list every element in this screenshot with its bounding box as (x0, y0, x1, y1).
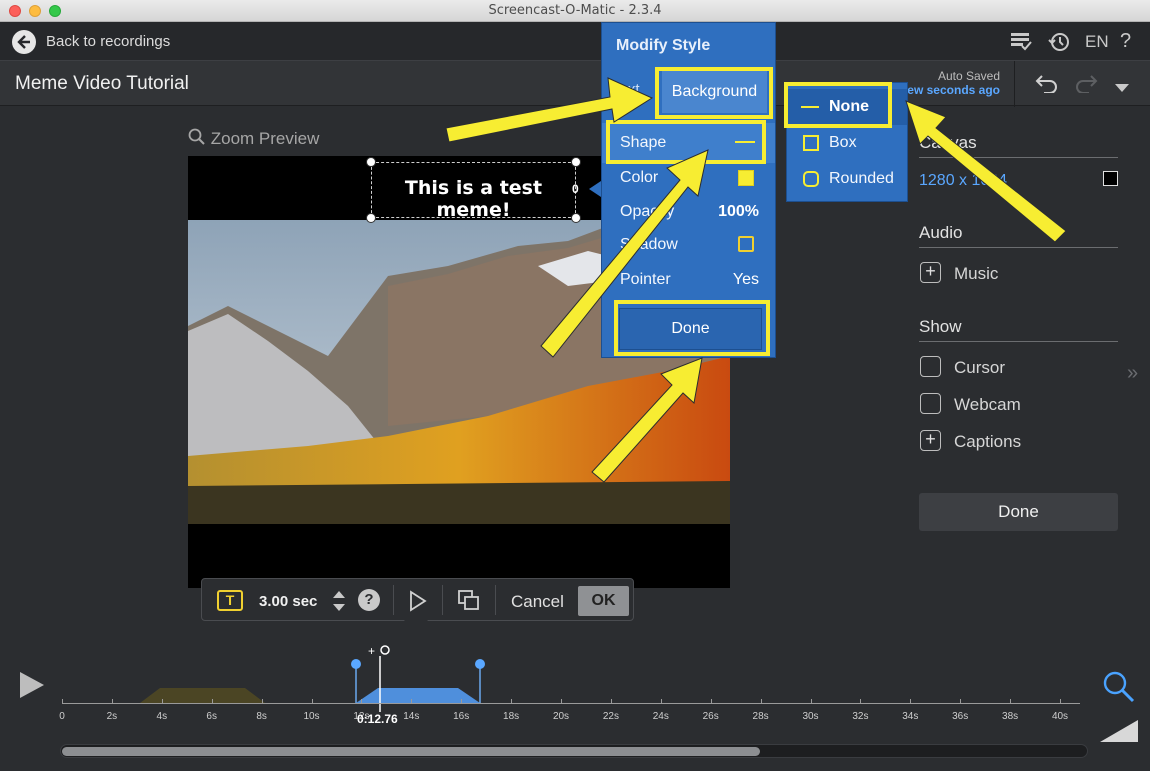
timeline-tick-mark (111, 699, 113, 704)
timeline-tick-label: 14s (403, 711, 420, 722)
timeline-tick-label: 18s (503, 711, 520, 722)
timeline-tick-label: 16s (453, 711, 470, 722)
arrow-to-none-option (905, 100, 1067, 243)
timeline-tick-mark (461, 699, 463, 704)
toolbar-pointer (404, 620, 428, 634)
duplicate-icon[interactable] (458, 590, 480, 615)
timeline-tick-label: 2s (106, 711, 118, 722)
timeline-tick-mark (960, 699, 962, 704)
svg-text:+: + (368, 644, 375, 658)
timeline-scrollbar-thumb[interactable] (62, 747, 760, 756)
playhead-time: 0:12.76 (357, 712, 398, 726)
divider (495, 585, 496, 615)
timeline-tick-label: 38s (1002, 711, 1019, 722)
timeline-tick-mark (211, 699, 213, 704)
volume-icon[interactable] (1100, 718, 1140, 747)
timeline-tick-label: 4s (156, 711, 168, 722)
text-edit-toolbar: T 3.00 sec ? Cancel OK (201, 578, 634, 621)
arrow-to-shape-row (540, 149, 709, 358)
timeline-tick-mark (1060, 699, 1061, 704)
timeline-tick-mark (261, 699, 263, 704)
timeline-track[interactable]: + (0, 640, 1150, 720)
timeline-tick-mark (1010, 699, 1012, 704)
timeline-tick-label: 36s (952, 711, 969, 722)
timeline-tick-label: 6s (206, 711, 217, 722)
cancel-button[interactable]: Cancel (511, 592, 564, 612)
play-preview-icon[interactable] (409, 590, 427, 617)
timeline-tick-mark (561, 699, 562, 704)
timeline-tick-mark (62, 699, 63, 704)
duration-stepper-icon[interactable] (332, 588, 346, 619)
timeline-tick-label: 30s (802, 711, 819, 722)
timeline-tick-label: 22s (602, 711, 619, 722)
timeline-tick-mark (311, 699, 313, 704)
timeline-tick-mark (810, 699, 812, 704)
timeline-tick-mark (161, 699, 163, 704)
timeline-tick-label: 10s (303, 711, 320, 722)
timeline-axis (62, 703, 1080, 704)
timeline-tick-label: 20s (552, 711, 570, 722)
timeline-tick-label: 0 (59, 711, 65, 722)
timeline-tick-mark (411, 699, 413, 704)
timeline-tick-label: 26s (702, 711, 719, 722)
divider (442, 585, 443, 615)
text-annotation-icon[interactable]: T (217, 590, 243, 611)
timeline-tick-mark (760, 699, 762, 704)
arrow-to-background-tab (445, 77, 654, 143)
duration-value[interactable]: 3.00 sec (259, 593, 317, 610)
timeline-tick-label: 40s (1051, 711, 1069, 722)
timeline-tick-label: 24s (652, 711, 669, 722)
timeline-tick-label: 32s (852, 711, 869, 722)
timeline-tick-mark (361, 699, 363, 704)
help-icon[interactable]: ? (358, 589, 380, 611)
arrow-to-done-button (591, 357, 703, 483)
timeline-tick-label: 8s (256, 711, 267, 722)
timeline-tick-mark (860, 699, 862, 704)
timeline-tick-mark (511, 699, 513, 704)
timeline-tick-mark (710, 699, 712, 704)
timeline-tick-mark (660, 699, 662, 704)
timeline-tick-mark (610, 699, 612, 704)
divider (393, 585, 394, 615)
timeline-tick-mark (910, 699, 912, 704)
timeline-tick-label: 28s (752, 711, 769, 722)
ok-button[interactable]: OK (578, 586, 629, 616)
timeline-tick-label: 34s (902, 711, 919, 722)
